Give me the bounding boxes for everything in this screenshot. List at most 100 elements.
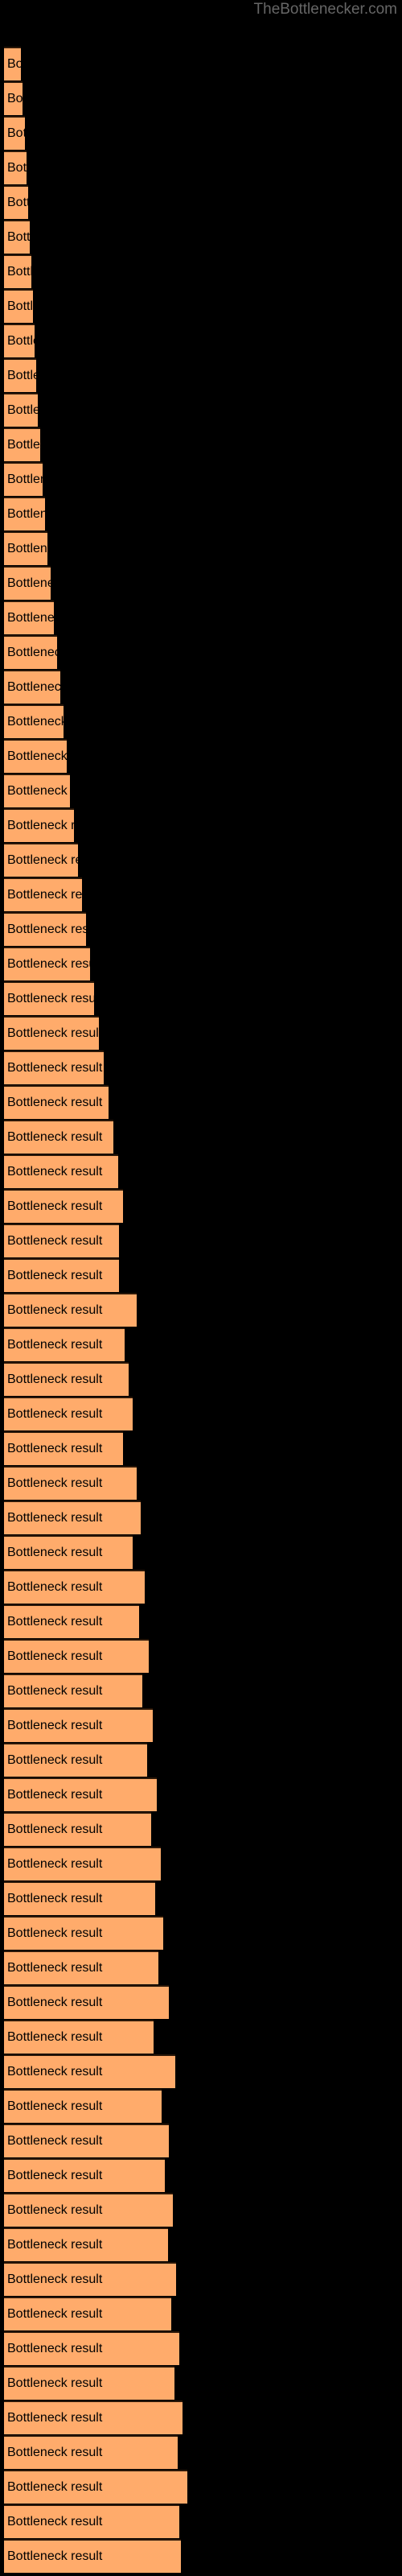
bottleneck-bar[interactable]: Bottleneck result <box>4 1085 109 1119</box>
bottleneck-bar[interactable]: Bottleneck result <box>4 1397 133 1430</box>
bottleneck-bar[interactable]: Bottleneck result <box>4 635 57 669</box>
bottleneck-bar[interactable]: Bottleneck result <box>4 1189 123 1223</box>
bottleneck-bar[interactable]: Bottleneck result <box>4 1501 141 1534</box>
bottleneck-bar[interactable]: Bottleneck result <box>4 289 33 323</box>
bottleneck-bar[interactable]: Bottleneck result <box>4 1708 153 1742</box>
bottleneck-bar[interactable]: Bottleneck result <box>4 2158 165 2192</box>
bottleneck-bar[interactable]: Bottleneck result <box>4 808 74 842</box>
bottleneck-bar[interactable]: Bottleneck result <box>4 1362 129 1396</box>
bar-label: Bottleneck result <box>7 749 67 763</box>
bar-label: Bottleneck result <box>7 1961 103 1975</box>
bottleneck-bar[interactable]: Bottleneck result <box>4 531 47 565</box>
bottleneck-bar[interactable]: Bottleneck result <box>4 601 54 634</box>
bottleneck-bar[interactable]: Bottleneck result <box>4 2435 178 2469</box>
bottleneck-bar[interactable]: Bottleneck result <box>4 2020 154 2054</box>
bottleneck-bar[interactable]: Bottleneck result <box>4 47 21 80</box>
bar-label: Bottleneck result <box>7 196 28 209</box>
bottleneck-bar[interactable]: Bottleneck result <box>4 1327 125 1361</box>
bottleneck-bar[interactable]: Bottleneck result <box>4 843 78 877</box>
bottleneck-bar[interactable]: Bottleneck result <box>4 2504 179 2538</box>
bottleneck-bar[interactable]: Bottleneck result <box>4 1639 149 1673</box>
bar-label: Bottleneck result <box>7 992 94 1005</box>
bottleneck-bar[interactable]: Bottleneck result <box>4 566 51 600</box>
bottleneck-bar[interactable]: Bottleneck result <box>4 1293 137 1327</box>
bottleneck-bar[interactable]: Bottleneck result <box>4 2054 175 2088</box>
bottleneck-bar[interactable]: Bottleneck result <box>4 1847 161 1880</box>
bottleneck-bar[interactable]: Bottleneck result <box>4 1812 151 1846</box>
bottleneck-bar[interactable]: Bottleneck result <box>4 1224 119 1257</box>
bar-label: Bottleneck result <box>7 92 23 105</box>
bar-label: Bottleneck result <box>7 230 30 244</box>
bottleneck-bar[interactable]: Bottleneck result <box>4 185 28 219</box>
bottleneck-bar[interactable]: Bottleneck result <box>4 877 82 911</box>
bottleneck-bar[interactable]: Bottleneck result <box>4 704 64 738</box>
bottleneck-bar[interactable]: Bottleneck result <box>4 1120 113 1154</box>
bottleneck-bar[interactable]: Bottleneck result <box>4 81 23 115</box>
bar-label: Bottleneck result <box>7 1096 103 1109</box>
bottleneck-bar[interactable]: Bottleneck result <box>4 254 31 288</box>
bottleneck-bar[interactable]: Bottleneck result <box>4 2539 181 2573</box>
bar-label: Bottleneck result <box>7 1615 103 1629</box>
bar-label: Bottleneck result <box>7 1061 103 1075</box>
bar-label: Bottleneck result <box>7 299 33 313</box>
bottleneck-bar[interactable]: Bottleneck result <box>4 2124 169 2157</box>
bar-label: Bottleneck result <box>7 1130 103 1144</box>
bottleneck-bar[interactable]: Bottleneck result <box>4 947 90 980</box>
bottleneck-bar[interactable]: Bottleneck result <box>4 1258 119 1292</box>
bar-label: Bottleneck result <box>7 2203 103 2217</box>
bottleneck-bar[interactable]: Bottleneck result <box>4 1777 157 1811</box>
bottleneck-bar[interactable]: Bottleneck result <box>4 2401 183 2434</box>
bottleneck-bar[interactable]: Bottleneck result <box>4 324 35 357</box>
bottleneck-bar[interactable]: Bottleneck result <box>4 2089 162 2123</box>
bar-label: Bottleneck result <box>7 957 90 971</box>
bar-label: Bottleneck result <box>7 1719 103 1732</box>
bar-label: Bottleneck result <box>7 1269 103 1282</box>
bar-label: Bottleneck result <box>7 1026 99 1040</box>
bottleneck-bar[interactable]: Bottleneck result <box>4 774 70 807</box>
bottleneck-bar[interactable]: Bottleneck result <box>4 2470 187 2504</box>
bottleneck-bar[interactable]: Bottleneck result <box>4 1743 147 1777</box>
bar-label: Bottleneck result <box>7 888 82 902</box>
site-header: TheBottlenecker.com <box>0 0 402 21</box>
bottleneck-bar[interactable]: Bottleneck result <box>4 1570 145 1604</box>
bottleneck-bar[interactable]: Bottleneck result <box>4 1154 118 1188</box>
bottleneck-bar[interactable]: Bottleneck result <box>4 2297 171 2330</box>
bar-label: Bottleneck result <box>7 542 47 555</box>
bottleneck-bar[interactable]: Bottleneck result <box>4 2193 173 2227</box>
bar-label: Bottleneck result <box>7 265 31 279</box>
bottleneck-bar[interactable]: Bottleneck result <box>4 1535 133 1569</box>
bar-label: Bottleneck result <box>7 1165 103 1179</box>
bar-label: Bottleneck result <box>7 1788 103 1802</box>
bottleneck-bar[interactable]: Bottleneck result <box>4 393 38 427</box>
bottleneck-bar[interactable]: Bottleneck result <box>4 912 86 946</box>
bottleneck-bar[interactable]: Bottleneck result <box>4 1466 137 1500</box>
bottleneck-bar[interactable]: Bottleneck result <box>4 2262 176 2296</box>
bottleneck-bar[interactable]: Bottleneck result <box>4 1916 163 1950</box>
bottleneck-bar[interactable]: Bottleneck result <box>4 981 94 1015</box>
bottleneck-bar[interactable]: Bottleneck result <box>4 151 27 184</box>
bar-label: Bottleneck result <box>7 2411 103 2425</box>
bottleneck-bar[interactable]: Bottleneck result <box>4 1604 139 1638</box>
bottleneck-bar[interactable]: Bottleneck result <box>4 1431 123 1465</box>
bottleneck-bar[interactable]: Bottleneck result <box>4 1674 142 1707</box>
bottleneck-bar[interactable]: Bottleneck result <box>4 739 67 773</box>
bottleneck-bar[interactable]: Bottleneck result <box>4 2227 168 2261</box>
bar-label: Bottleneck result <box>7 2099 103 2113</box>
bottleneck-bar[interactable]: Bottleneck result <box>4 358 36 392</box>
bottleneck-bar[interactable]: Bottleneck result <box>4 2331 179 2365</box>
bottleneck-bar[interactable]: Bottleneck result <box>4 1951 158 1984</box>
bottleneck-bar[interactable]: Bottleneck result <box>4 462 43 496</box>
bottleneck-bar[interactable]: Bottleneck result <box>4 1016 99 1050</box>
bottleneck-bar[interactable]: Bottleneck result <box>4 116 25 150</box>
bottleneck-bar[interactable]: Bottleneck result <box>4 497 45 530</box>
bottleneck-bar[interactable]: Bottleneck result <box>4 1881 155 1915</box>
bottleneck-bar[interactable]: Bottleneck result <box>4 1985 169 2019</box>
bar-label: Bottleneck result <box>7 1373 103 1386</box>
bottleneck-bar[interactable]: Bottleneck result <box>4 2366 174 2400</box>
bottleneck-bar[interactable]: Bottleneck result <box>4 1051 104 1084</box>
bottleneck-bar[interactable]: Bottleneck result <box>4 427 40 461</box>
bar-label: Bottleneck result <box>7 1338 103 1352</box>
bar-label: Bottleneck result <box>7 2515 103 2529</box>
bottleneck-bar[interactable]: Bottleneck result <box>4 220 30 254</box>
bottleneck-bar[interactable]: Bottleneck result <box>4 670 60 704</box>
